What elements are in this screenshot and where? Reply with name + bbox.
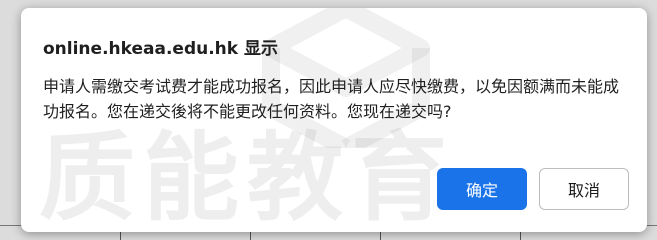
- watermark-text: 质能教育: [39, 122, 455, 232]
- dialog-title: online.hkeaa.edu.hk 显示: [43, 39, 278, 59]
- cancel-button[interactable]: 取消: [539, 168, 629, 210]
- dialog-message: 申请人需缴交考试费才能成功报名，因此申请人应尽快缴费，以免因额满而未能成功报名。…: [43, 77, 620, 121]
- ok-button[interactable]: 确定: [437, 168, 527, 210]
- alert-dialog: 质能教育 online.hkeaa.edu.hk 显示 申请人需缴交考试费才能成…: [21, 8, 647, 232]
